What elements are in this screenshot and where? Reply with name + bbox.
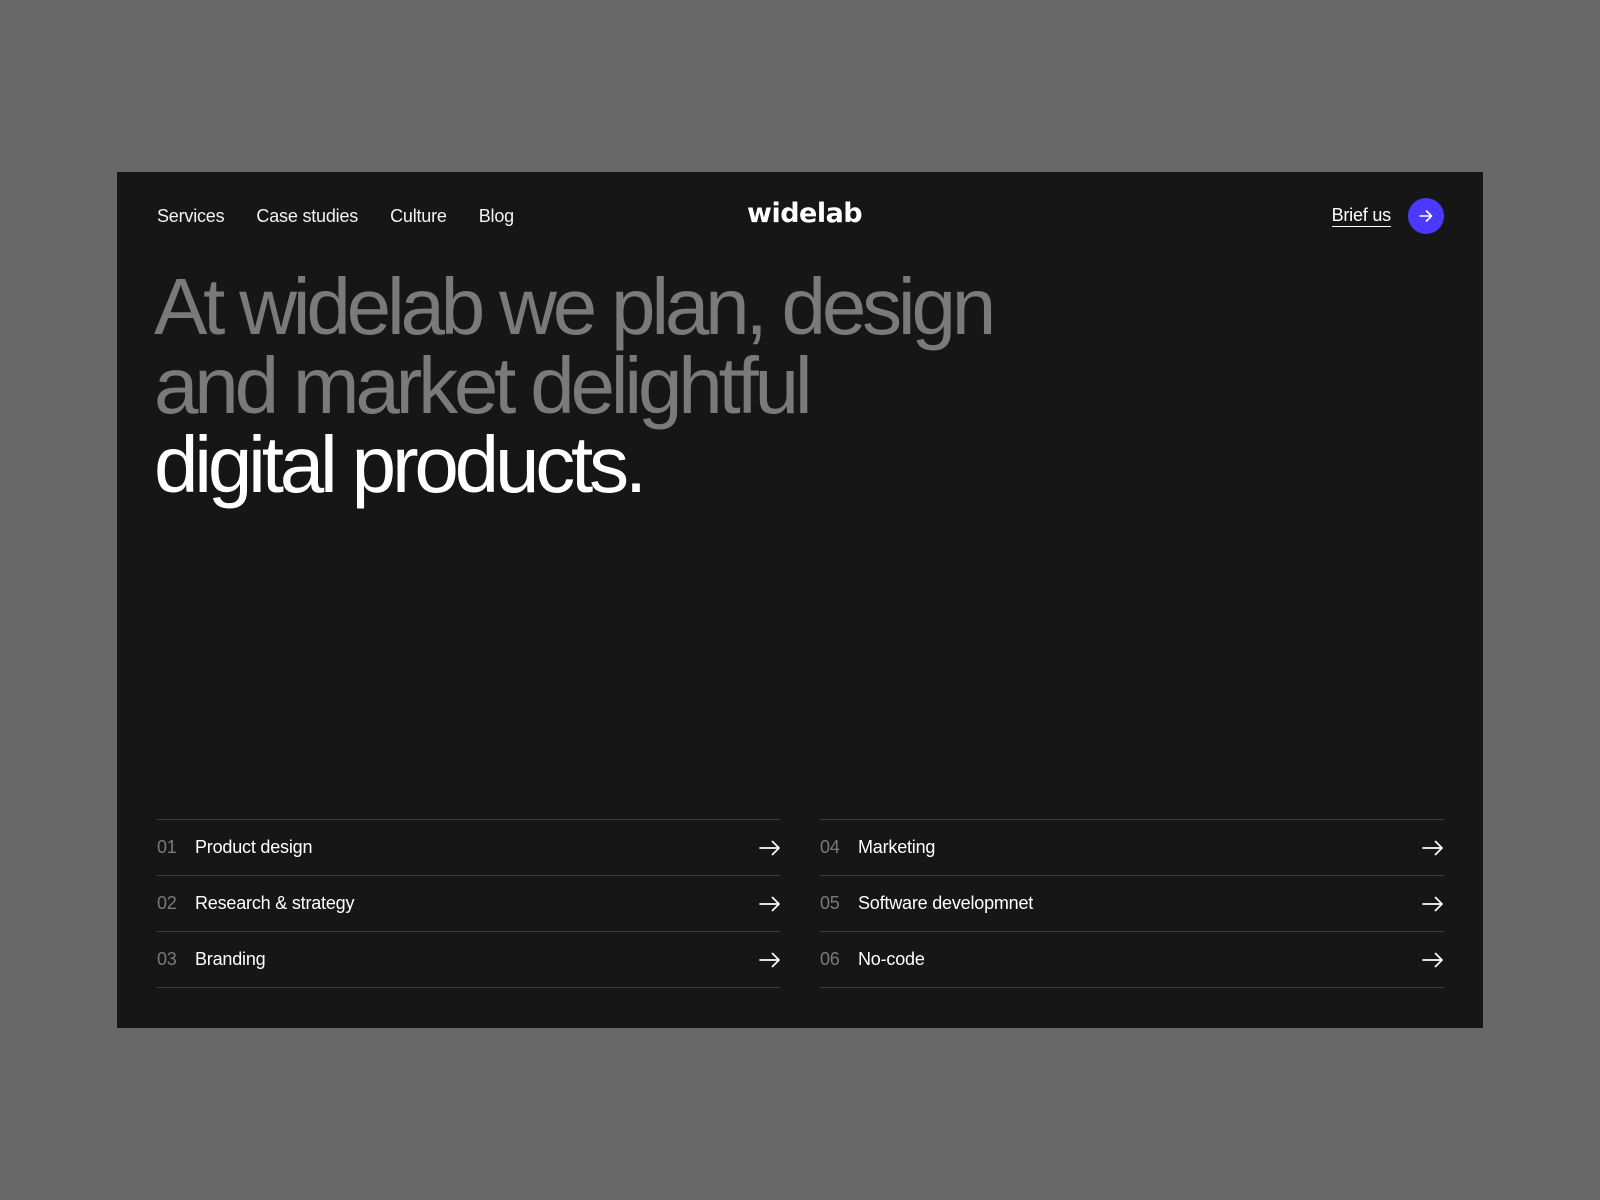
main-nav: Services Case studies Culture Blog	[157, 202, 546, 230]
services-column-right: 04 Marketing 05 Software developmnet 06 …	[820, 819, 1444, 988]
nav-link-culture[interactable]: Culture	[390, 206, 447, 227]
service-label: Product design	[195, 837, 313, 857]
service-label: Branding	[195, 949, 266, 969]
service-item-marketing[interactable]: 04 Marketing	[820, 820, 1444, 876]
service-item-no-code[interactable]: 06 No-code	[820, 932, 1444, 988]
service-label: Research & strategy	[195, 893, 355, 913]
brief-us-label[interactable]: Brief us	[1331, 205, 1391, 227]
service-number: 01	[157, 837, 177, 857]
brief-us-button[interactable]: Brief us	[1331, 198, 1444, 234]
arrow-right-icon	[759, 952, 781, 968]
services-column-left: 01 Product design 02 Research & strategy…	[157, 819, 781, 988]
service-number: 04	[820, 837, 840, 857]
arrow-right-icon	[1422, 896, 1444, 912]
hero-line-2: and market delightful	[154, 341, 813, 430]
hero-line-1: At widelab we plan, design	[154, 262, 996, 351]
service-item-software-development[interactable]: 05 Software developmnet	[820, 876, 1444, 932]
services-list: 01 Product design 02 Research & strategy…	[157, 819, 1444, 988]
arrow-right-icon	[1422, 840, 1444, 856]
service-number: 05	[820, 893, 840, 913]
nav-link-case-studies[interactable]: Case studies	[256, 206, 358, 227]
service-label: Software developmnet	[858, 893, 1034, 913]
logo[interactable]: widelab	[747, 198, 863, 229]
website-frame: Services Case studies Culture Blog widel…	[117, 172, 1483, 1028]
service-number: 03	[157, 949, 177, 969]
arrow-right-icon	[759, 840, 781, 856]
service-item-branding[interactable]: 03 Branding	[157, 932, 781, 988]
arrow-right-icon	[1422, 952, 1444, 968]
hero-line-3: digital products.	[154, 420, 647, 509]
service-label: Marketing	[858, 837, 936, 857]
service-item-product-design[interactable]: 01 Product design	[157, 820, 781, 876]
service-label: No-code	[858, 949, 925, 969]
service-item-research-strategy[interactable]: 02 Research & strategy	[157, 876, 781, 932]
arrow-right-icon	[759, 896, 781, 912]
hero-headline: At widelab we plan, design and market de…	[154, 262, 1154, 509]
nav-link-blog[interactable]: Blog	[479, 206, 514, 227]
service-number: 06	[820, 949, 840, 969]
service-number: 02	[157, 893, 177, 913]
brief-us-arrow-button[interactable]	[1408, 198, 1444, 234]
nav-link-services[interactable]: Services	[157, 206, 225, 227]
arrow-right-icon	[1419, 210, 1433, 222]
